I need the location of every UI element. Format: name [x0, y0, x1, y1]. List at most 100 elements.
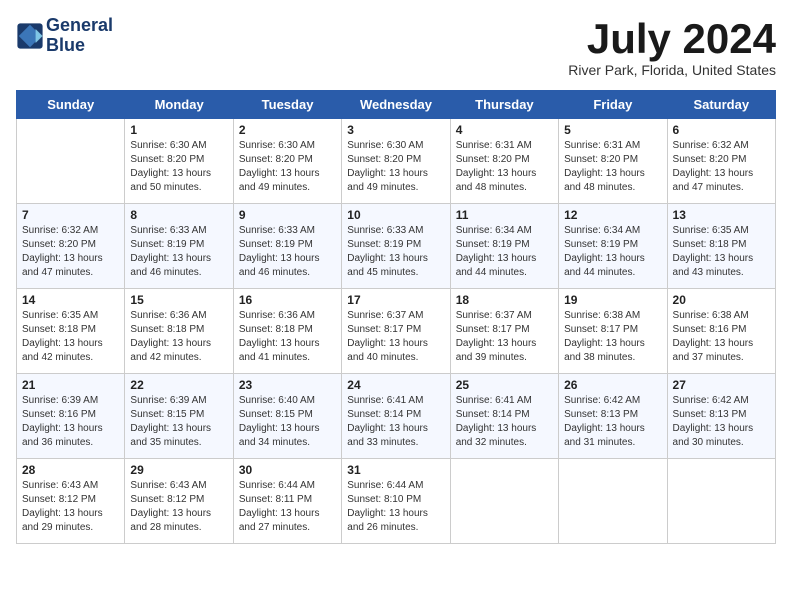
- calendar-cell: 6 Sunrise: 6:32 AM Sunset: 8:20 PM Daylig…: [667, 119, 775, 204]
- day-number: 27: [673, 378, 770, 392]
- calendar-week-row: 21Sunrise: 6:39 AM Sunset: 8:16 PM Dayli…: [17, 374, 776, 459]
- calendar-cell: 22Sunrise: 6:39 AM Sunset: 8:15 PM Dayli…: [125, 374, 233, 459]
- calendar-week-row: 1Sunrise: 6:30 AM Sunset: 8:20 PM Daylig…: [17, 119, 776, 204]
- day-number: 6: [673, 123, 770, 137]
- cell-content: Sunrise: 6:34 AM Sunset: 8:19 PM Dayligh…: [564, 224, 661, 280]
- calendar-cell: 19Sunrise: 6:38 AM Sunset: 8:17 PM Dayli…: [559, 289, 667, 374]
- day-number: 24: [347, 378, 444, 392]
- cell-content: Sunrise: 6:37 AM Sunset: 8:17 PM Dayligh…: [456, 309, 553, 365]
- calendar-week-row: 14 Sunrise: 6:35 AM Sunset: 8:18 PM Dayli…: [17, 289, 776, 374]
- calendar-cell: 27Sunrise: 6:42 AM Sunset: 8:13 PM Dayli…: [667, 374, 775, 459]
- day-number: 12: [564, 208, 661, 222]
- day-number: 20: [673, 293, 770, 307]
- day-header-wednesday: Wednesday: [342, 91, 450, 119]
- calendar-cell: 14 Sunrise: 6:35 AM Sunset: 8:18 PM Dayli…: [17, 289, 125, 374]
- logo-line2: Blue: [46, 35, 85, 55]
- cell-content: Sunrise: 6:33 AM Sunset: 8:19 PM Dayligh…: [239, 224, 336, 280]
- calendar-cell: 4 Sunrise: 6:31 AM Sunset: 8:20 PM Daylig…: [450, 119, 558, 204]
- day-number: 16: [239, 293, 336, 307]
- month-title: July 2024: [568, 16, 776, 62]
- day-number: 8: [130, 208, 227, 222]
- calendar-cell: 9 Sunrise: 6:33 AM Sunset: 8:19 PM Daylig…: [233, 204, 341, 289]
- calendar-cell: 10 Sunrise: 6:33 AM Sunset: 8:19 PM Dayli…: [342, 204, 450, 289]
- cell-content: Sunrise: 6:31 AM Sunset: 8:20 PM Dayligh…: [564, 139, 661, 195]
- calendar-cell: 26Sunrise: 6:42 AM Sunset: 8:13 PM Dayli…: [559, 374, 667, 459]
- calendar-cell: 5 Sunrise: 6:31 AM Sunset: 8:20 PM Daylig…: [559, 119, 667, 204]
- calendar-cell: 15 Sunrise: 6:36 AM Sunset: 8:18 PM Dayli…: [125, 289, 233, 374]
- cell-content: Sunrise: 6:44 AM Sunset: 8:11 PM Dayligh…: [239, 479, 336, 535]
- day-number: 9: [239, 208, 336, 222]
- day-number: 21: [22, 378, 119, 392]
- cell-content: Sunrise: 6:32 AM Sunset: 8:20 PM Dayligh…: [673, 139, 770, 195]
- day-header-monday: Monday: [125, 91, 233, 119]
- day-number: 18: [456, 293, 553, 307]
- cell-content: Sunrise: 6:36 AM Sunset: 8:18 PM Dayligh…: [239, 309, 336, 365]
- day-number: 3: [347, 123, 444, 137]
- cell-content: Sunrise: 6:43 AM Sunset: 8:12 PM Dayligh…: [130, 479, 227, 535]
- cell-content: Sunrise: 6:40 AM Sunset: 8:15 PM Dayligh…: [239, 394, 336, 450]
- cell-content: Sunrise: 6:33 AM Sunset: 8:19 PM Dayligh…: [347, 224, 444, 280]
- day-number: 29: [130, 463, 227, 477]
- cell-content: Sunrise: 6:44 AM Sunset: 8:10 PM Dayligh…: [347, 479, 444, 535]
- calendar-cell: [17, 119, 125, 204]
- calendar-cell: 1Sunrise: 6:30 AM Sunset: 8:20 PM Daylig…: [125, 119, 233, 204]
- calendar-cell: 18 Sunrise: 6:37 AM Sunset: 8:17 PM Dayli…: [450, 289, 558, 374]
- day-header-tuesday: Tuesday: [233, 91, 341, 119]
- day-header-sunday: Sunday: [17, 91, 125, 119]
- calendar-cell: 21Sunrise: 6:39 AM Sunset: 8:16 PM Dayli…: [17, 374, 125, 459]
- logo-icon: [16, 22, 44, 50]
- calendar-cell: 11 Sunrise: 6:34 AM Sunset: 8:19 PM Dayli…: [450, 204, 558, 289]
- calendar-cell: 13 Sunrise: 6:35 AM Sunset: 8:18 PM Dayli…: [667, 204, 775, 289]
- cell-content: Sunrise: 6:43 AM Sunset: 8:12 PM Dayligh…: [22, 479, 119, 535]
- calendar-cell: 29 Sunrise: 6:43 AM Sunset: 8:12 PM Dayli…: [125, 459, 233, 544]
- day-number: 28: [22, 463, 119, 477]
- calendar-cell: [450, 459, 558, 544]
- cell-content: Sunrise: 6:30 AM Sunset: 8:20 PM Dayligh…: [239, 139, 336, 195]
- day-number: 14: [22, 293, 119, 307]
- day-number: 17: [347, 293, 444, 307]
- day-number: 26: [564, 378, 661, 392]
- cell-content: Sunrise: 6:36 AM Sunset: 8:18 PM Dayligh…: [130, 309, 227, 365]
- calendar-cell: 20 Sunrise: 6:38 AM Sunset: 8:16 PM Dayli…: [667, 289, 775, 374]
- calendar-cell: [559, 459, 667, 544]
- cell-content: Sunrise: 6:37 AM Sunset: 8:17 PM Dayligh…: [347, 309, 444, 365]
- day-number: 22: [130, 378, 227, 392]
- cell-content: Sunrise: 6:34 AM Sunset: 8:19 PM Dayligh…: [456, 224, 553, 280]
- calendar-week-row: 7Sunrise: 6:32 AM Sunset: 8:20 PM Daylig…: [17, 204, 776, 289]
- day-number: 10: [347, 208, 444, 222]
- calendar-cell: 28 Sunrise: 6:43 AM Sunset: 8:12 PM Dayli…: [17, 459, 125, 544]
- calendar-cell: 8 Sunrise: 6:33 AM Sunset: 8:19 PM Daylig…: [125, 204, 233, 289]
- cell-content: Sunrise: 6:38 AM Sunset: 8:16 PM Dayligh…: [673, 309, 770, 365]
- day-number: 11: [456, 208, 553, 222]
- calendar-cell: [667, 459, 775, 544]
- logo: General Blue: [16, 16, 113, 56]
- calendar-cell: 3Sunrise: 6:30 AM Sunset: 8:20 PM Daylig…: [342, 119, 450, 204]
- page-header: General Blue July 2024 River Park, Flori…: [16, 16, 776, 78]
- day-number: 5: [564, 123, 661, 137]
- day-number: 4: [456, 123, 553, 137]
- day-number: 25: [456, 378, 553, 392]
- calendar-week-row: 28 Sunrise: 6:43 AM Sunset: 8:12 PM Dayli…: [17, 459, 776, 544]
- day-number: 31: [347, 463, 444, 477]
- cell-content: Sunrise: 6:35 AM Sunset: 8:18 PM Dayligh…: [22, 309, 119, 365]
- day-number: 2: [239, 123, 336, 137]
- cell-content: Sunrise: 6:35 AM Sunset: 8:18 PM Dayligh…: [673, 224, 770, 280]
- calendar-cell: 16 Sunrise: 6:36 AM Sunset: 8:18 PM Dayli…: [233, 289, 341, 374]
- cell-content: Sunrise: 6:33 AM Sunset: 8:19 PM Dayligh…: [130, 224, 227, 280]
- location: River Park, Florida, United States: [568, 62, 776, 78]
- calendar-cell: 30Sunrise: 6:44 AM Sunset: 8:11 PM Dayli…: [233, 459, 341, 544]
- calendar-cell: 7Sunrise: 6:32 AM Sunset: 8:20 PM Daylig…: [17, 204, 125, 289]
- day-number: 15: [130, 293, 227, 307]
- calendar-cell: 2 Sunrise: 6:30 AM Sunset: 8:20 PM Daylig…: [233, 119, 341, 204]
- day-number: 13: [673, 208, 770, 222]
- calendar-cell: 17 Sunrise: 6:37 AM Sunset: 8:17 PM Dayli…: [342, 289, 450, 374]
- cell-content: Sunrise: 6:31 AM Sunset: 8:20 PM Dayligh…: [456, 139, 553, 195]
- logo-line1: General: [46, 15, 113, 35]
- calendar-cell: 23 Sunrise: 6:40 AM Sunset: 8:15 PM Dayli…: [233, 374, 341, 459]
- calendar-cell: 24Sunrise: 6:41 AM Sunset: 8:14 PM Dayli…: [342, 374, 450, 459]
- cell-content: Sunrise: 6:32 AM Sunset: 8:20 PM Dayligh…: [22, 224, 119, 280]
- cell-content: Sunrise: 6:38 AM Sunset: 8:17 PM Dayligh…: [564, 309, 661, 365]
- day-number: 23: [239, 378, 336, 392]
- calendar-cell: 25Sunrise: 6:41 AM Sunset: 8:14 PM Dayli…: [450, 374, 558, 459]
- cell-content: Sunrise: 6:30 AM Sunset: 8:20 PM Dayligh…: [130, 139, 227, 195]
